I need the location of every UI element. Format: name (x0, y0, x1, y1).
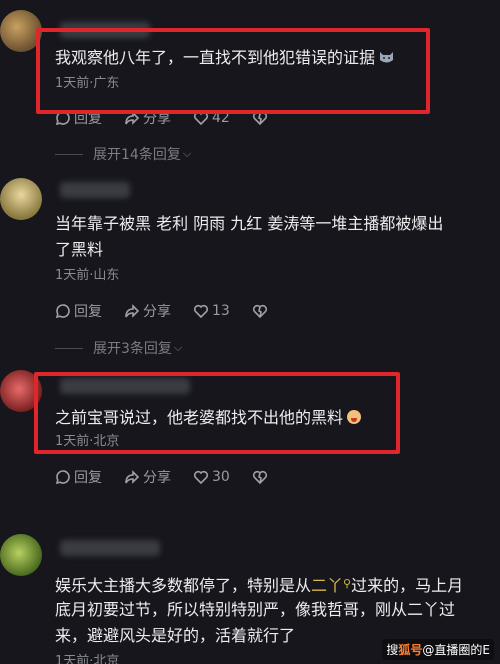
search-hint-icon: ⚲ (343, 577, 352, 590)
expand-replies[interactable]: 展开14条回复 ⌵ (55, 144, 191, 164)
share-icon (125, 111, 140, 125)
expand-replies[interactable]: 展开3条回复 ⌵ (55, 338, 182, 358)
comment-3: 之前宝哥说过，他老婆都找不出他的黑料 1天前·北京 回复 分享 30 (0, 364, 500, 504)
comment-meta: 1天前·山东 (55, 268, 120, 283)
like-button[interactable]: 13 (193, 303, 230, 319)
watermark: 搜狐号@直播圈的E (382, 639, 494, 660)
comment-actions: 回复 分享 30 (55, 467, 293, 487)
reply-button[interactable]: 回复 (55, 467, 102, 487)
surprised-face-icon (347, 410, 362, 424)
broken-heart-icon (252, 470, 267, 485)
broken-heart-icon (252, 111, 267, 126)
reply-icon (55, 470, 70, 485)
comment-text: 之前宝哥说过，他老婆都找不出他的黑料 (55, 406, 362, 430)
username-blurred (60, 182, 130, 198)
cat-face-icon (380, 52, 394, 63)
avatar[interactable] (0, 178, 42, 220)
reply-icon (55, 111, 70, 126)
comment-text-line-3: 来，避避风头是好的，活着就行了 (55, 626, 296, 645)
comment-text-line-2: 了黑料 (55, 240, 104, 259)
comment-text-line-2: 底月初要过节，所以特别特别严，像我哲哥，刚从二丫过 (55, 600, 456, 619)
heart-icon (193, 304, 209, 319)
comment-meta: 1天前·北京 (55, 654, 120, 664)
chevron-down-icon: ⌵ (173, 341, 183, 354)
heart-icon (193, 470, 209, 485)
username-blurred (60, 22, 150, 38)
comment-2: 当年靠子被黑 老利 阴雨 九红 姜涛等一堆主播都被爆出 了黑料 1天前·山东 回… (0, 168, 500, 358)
avatar[interactable] (0, 10, 42, 52)
comment-text-line-1: 当年靠子被黑 老利 阴雨 九红 姜涛等一堆主播都被爆出 (55, 214, 444, 233)
divider-line (55, 347, 83, 349)
reply-button[interactable]: 回复 (55, 108, 102, 128)
dislike-button[interactable] (252, 469, 271, 485)
comment-meta: 1天前·广东 (55, 76, 120, 91)
username-blurred (60, 540, 160, 556)
like-button[interactable]: 30 (193, 469, 230, 485)
comment-actions: 回复 分享 13 (55, 301, 293, 321)
dislike-button[interactable] (252, 303, 271, 319)
dislike-button[interactable] (252, 110, 271, 126)
reply-icon (55, 304, 70, 319)
reply-button[interactable]: 回复 (55, 301, 102, 321)
comment-actions: 回复 分享 42 (55, 108, 293, 128)
like-button[interactable]: 42 (193, 110, 230, 126)
share-button[interactable]: 分享 (124, 467, 171, 487)
comment-meta: 1天前·北京 (55, 434, 120, 449)
divider-line (55, 153, 83, 155)
comment-text-line-1: 娱乐大主播大多数都停了，特别是从二丫⚲过来的，马上月 (55, 576, 464, 595)
share-button[interactable]: 分享 (124, 301, 171, 321)
share-icon (125, 304, 140, 318)
heart-icon (193, 111, 209, 126)
share-icon (125, 470, 140, 484)
avatar[interactable] (0, 534, 42, 576)
highlighted-name[interactable]: 二丫 (311, 576, 343, 595)
comment-text: 我观察他八年了，一直找不到他犯错误的证据 (55, 46, 394, 70)
broken-heart-icon (252, 304, 267, 319)
username-blurred (60, 378, 190, 394)
chevron-down-icon: ⌵ (182, 147, 192, 160)
comment-1: 我观察他八年了，一直找不到他犯错误的证据 1天前·广东 回复 分享 42 展开1… (0, 0, 500, 163)
avatar[interactable] (0, 370, 42, 412)
share-button[interactable]: 分享 (124, 108, 171, 128)
